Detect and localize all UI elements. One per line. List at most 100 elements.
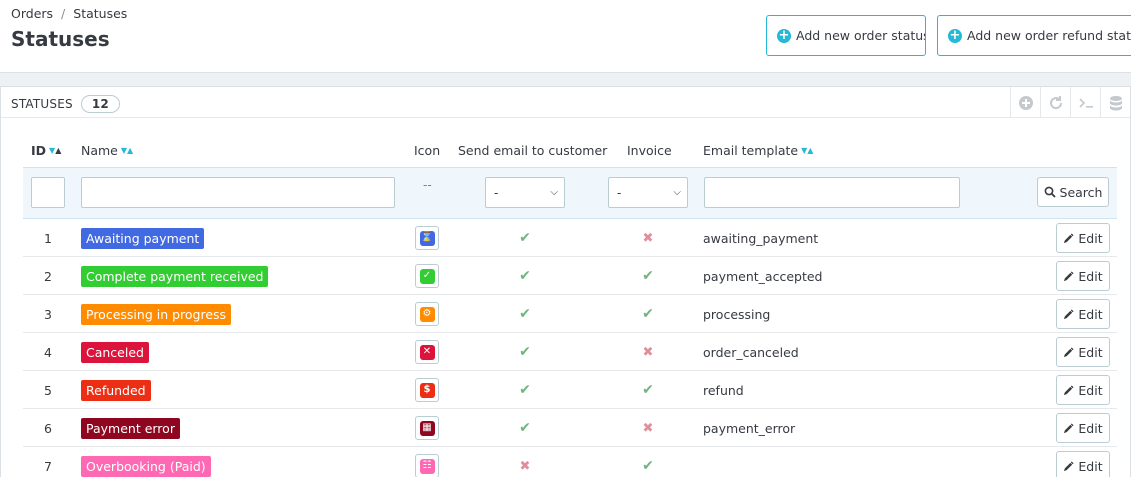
check-icon: ✔: [642, 458, 654, 474]
filter-name-input[interactable]: [81, 177, 395, 208]
check-icon: ✔: [519, 382, 531, 398]
row-send-email[interactable]: ✔: [505, 371, 545, 409]
export-tool[interactable]: [1100, 87, 1130, 118]
column-header-name[interactable]: Name ▼▲: [81, 143, 133, 158]
refresh-tool[interactable]: [1040, 87, 1070, 118]
row-name-cell: Complete payment received: [81, 257, 269, 295]
cross-icon: ✖: [642, 230, 654, 246]
row-invoice[interactable]: ✔: [628, 447, 668, 477]
edit-button-label: Edit: [1078, 344, 1103, 360]
panel-toolbar: [1010, 87, 1130, 118]
sort-arrows-icon[interactable]: ▼▲: [49, 146, 61, 155]
search-button-label: Search: [1059, 184, 1103, 200]
panel-heading: STATUSES 12: [1, 87, 1130, 118]
status-badge: Complete payment received: [81, 265, 269, 287]
filter-invoice-select[interactable]: - ⌵: [608, 177, 688, 208]
cross-icon: ✖: [642, 420, 654, 436]
row-name-cell: Refunded: [81, 371, 151, 409]
row-invoice[interactable]: ✖: [628, 219, 668, 257]
row-email-template: processing: [703, 306, 771, 322]
panel-title: STATUSES 12: [11, 95, 120, 113]
edit-button[interactable]: Edit: [1056, 223, 1110, 253]
breadcrumb-current: Statuses: [73, 6, 128, 21]
pencil-icon: [1064, 422, 1074, 433]
cross-icon: ✖: [519, 458, 531, 474]
filter-send-email-value: -: [494, 185, 499, 200]
row-icon-cell: ✓: [414, 257, 440, 295]
page-header: Orders / Statuses Statuses + Add new ord…: [0, 0, 1131, 73]
refund-coin-icon: $: [419, 382, 435, 398]
row-send-email[interactable]: ✔: [505, 219, 545, 257]
column-header-email-template-label: Email template: [703, 143, 799, 158]
row-icon-cell: ⚙: [414, 295, 440, 333]
filter-send-email-select[interactable]: - ⌵: [485, 177, 565, 208]
sort-arrows-icon[interactable]: ▼▲: [801, 146, 813, 155]
add-order-status-button[interactable]: + Add new order status: [766, 15, 926, 56]
row-send-email[interactable]: ✔: [505, 257, 545, 295]
row-invoice[interactable]: ✖: [628, 409, 668, 447]
edit-button-label: Edit: [1078, 230, 1103, 246]
column-header-send-email: Send email to customer: [458, 143, 608, 158]
row-email-template: order_canceled: [703, 344, 799, 360]
table-row[interactable]: 2 Complete payment received ✓ ✔ ✔ payment_acc…: [23, 257, 1117, 295]
pencil-icon: [1064, 460, 1074, 471]
filter-id-input[interactable]: [31, 177, 65, 208]
row-invoice[interactable]: ✔: [628, 371, 668, 409]
breadcrumb: Orders / Statuses: [11, 6, 127, 21]
row-send-email[interactable]: ✔: [505, 295, 545, 333]
row-send-email[interactable]: ✖: [505, 447, 545, 477]
search-icon: [1044, 186, 1056, 198]
sort-arrows-icon[interactable]: ▼▲: [121, 146, 133, 155]
edit-button-label: Edit: [1078, 268, 1103, 284]
table-row[interactable]: 7 Overbooking (Paid) ☷ ✖ ✔ Edit: [23, 447, 1117, 477]
status-icon-frame: ✓: [415, 264, 439, 288]
table-row[interactable]: 6 Payment error ▦ ✔ ✖ payment_error Edit: [23, 409, 1117, 447]
add-new-tool[interactable]: [1010, 87, 1040, 118]
breadcrumb-orders-link[interactable]: Orders: [11, 6, 53, 21]
filter-email-template-input[interactable]: [704, 177, 960, 208]
check-icon: ✔: [519, 268, 531, 284]
row-email-template: refund: [703, 382, 744, 398]
edit-button-label: Edit: [1078, 382, 1103, 398]
breadcrumb-separator: /: [61, 6, 66, 21]
cross-icon: ✖: [642, 344, 654, 360]
column-header-id[interactable]: ID ▼▲: [31, 143, 61, 158]
row-name-cell: Overbooking (Paid): [81, 447, 211, 477]
check-icon: ✔: [642, 268, 654, 284]
sql-query-tool[interactable]: [1070, 87, 1100, 118]
table-row[interactable]: 3 Processing in progress ⚙ ✔ ✔ processing Edit: [23, 295, 1117, 333]
row-send-email[interactable]: ✔: [505, 333, 545, 371]
edit-button[interactable]: Edit: [1056, 413, 1110, 443]
row-icon-cell: ⌛: [414, 219, 440, 257]
status-icon-frame: ▦: [415, 416, 439, 440]
database-icon: [1109, 95, 1122, 110]
edit-button[interactable]: Edit: [1056, 375, 1110, 405]
status-badge: Processing in progress: [81, 303, 232, 325]
search-button[interactable]: Search: [1037, 177, 1109, 207]
edit-button[interactable]: Edit: [1056, 261, 1110, 291]
statuses-panel: STATUSES 12 ID ▼▲ Name ▼▲ Icon Send emai…: [0, 86, 1131, 477]
pencil-icon: [1064, 232, 1074, 243]
status-badge: Refunded: [81, 379, 151, 401]
edit-button[interactable]: Edit: [1056, 337, 1110, 367]
row-invoice[interactable]: ✔: [628, 295, 668, 333]
add-refund-status-button[interactable]: + Add new order refund status: [937, 15, 1131, 56]
check-icon: ✔: [519, 306, 531, 322]
row-edit-cell: Edit: [1056, 447, 1110, 477]
table-row[interactable]: 1 Awaiting payment ⌛ ✔ ✖ awaiting_payment Edit: [23, 219, 1117, 257]
column-header-email-template[interactable]: Email template ▼▲: [703, 143, 813, 158]
edit-button[interactable]: Edit: [1056, 451, 1110, 477]
row-invoice[interactable]: ✖: [628, 333, 668, 371]
status-badge: Canceled: [81, 341, 149, 363]
panel-title-text: STATUSES: [11, 97, 73, 111]
row-id: 2: [44, 268, 52, 284]
row-send-email[interactable]: ✔: [505, 409, 545, 447]
row-name-cell: Payment error: [81, 409, 180, 447]
row-id: 6: [44, 420, 52, 436]
table-row[interactable]: 5 Refunded $ ✔ ✔ refund Edit: [23, 371, 1117, 409]
table-row[interactable]: 4 Canceled ✕ ✔ ✖ order_canceled Edit: [23, 333, 1117, 371]
row-invoice[interactable]: ✔: [628, 257, 668, 295]
card-error-icon: ▦: [419, 420, 435, 436]
edit-button[interactable]: Edit: [1056, 299, 1110, 329]
filter-icon-placeholder: --: [423, 178, 432, 192]
